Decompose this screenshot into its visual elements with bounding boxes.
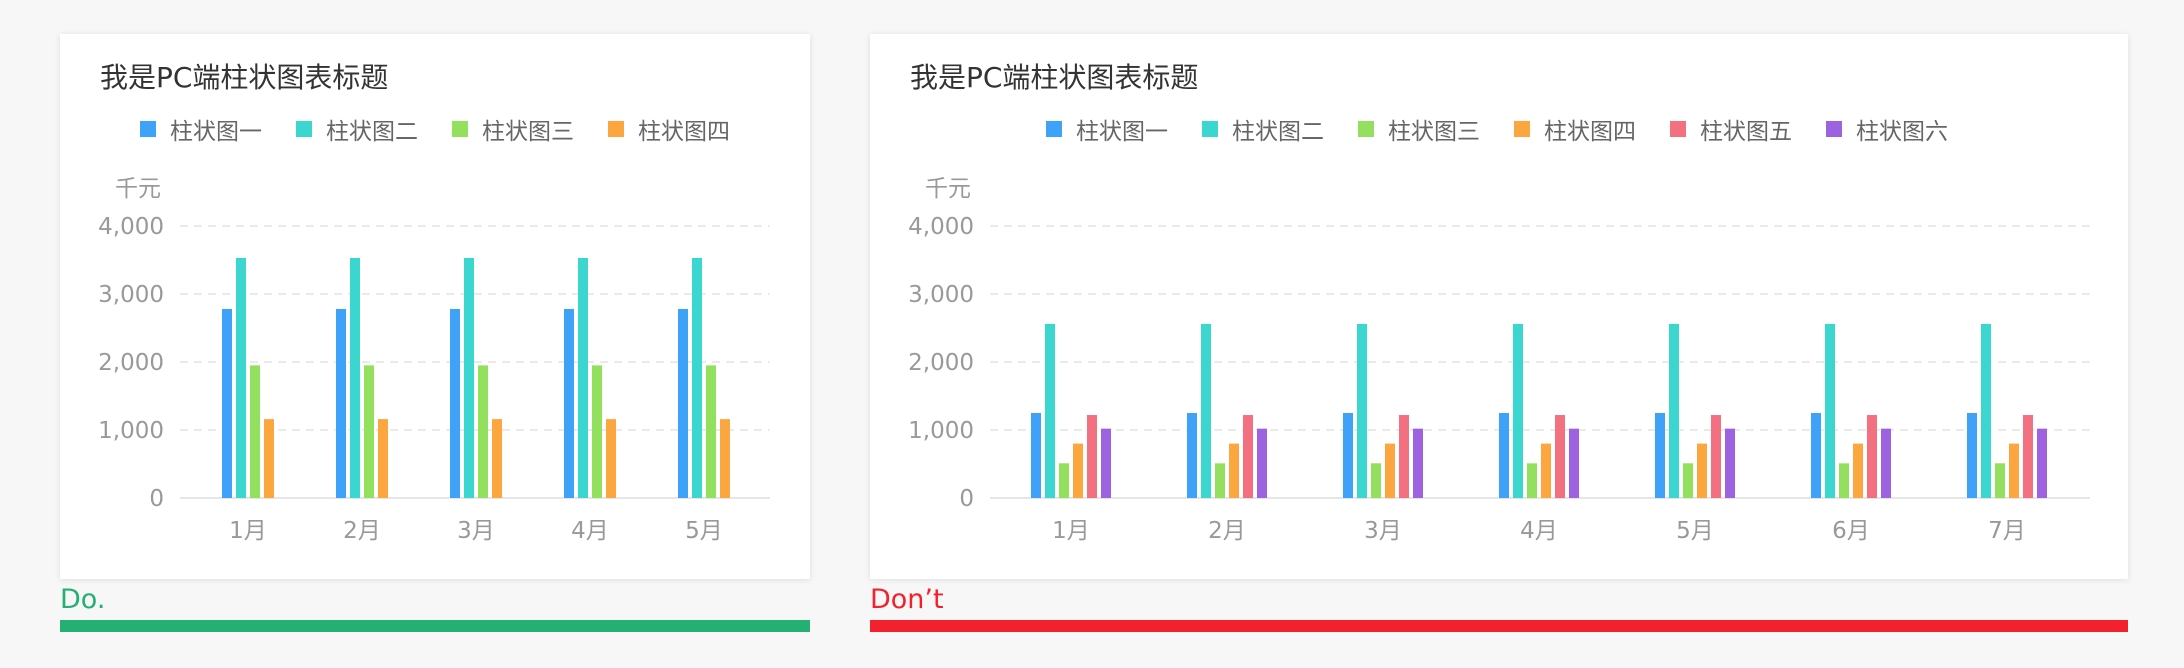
- bar: [250, 365, 260, 498]
- bar: [1669, 323, 1679, 498]
- bar: [1867, 415, 1877, 498]
- y-tick-label: 2,000: [98, 350, 164, 376]
- chart-card-do: 我是PC端柱状图表标题 柱状图一 柱状图二 柱状图三 柱状图四 千元 0 1,000 2,0…: [60, 34, 810, 579]
- bar: [1031, 413, 1041, 498]
- bar-chart-dont: 千元 0 1,000 2,000 3,000 4,000 1月 2月 3月 4月 5月 6月 7月: [908, 176, 2090, 544]
- bar: [2037, 428, 2047, 498]
- bar: [1725, 428, 1735, 498]
- y-tick-label: 4,000: [908, 214, 974, 240]
- chart-card-dont: 我是PC端柱状图表标题 柱状图一 柱状图二 柱状图三 柱状图四 柱状图五 柱状图六 千元 0…: [870, 34, 2128, 579]
- bar: [1697, 443, 1707, 498]
- x-tick-label: 1月: [229, 518, 267, 544]
- bar: [1215, 463, 1225, 498]
- bar: [1995, 463, 2005, 498]
- dont-indicator-bar: [870, 620, 2128, 632]
- bar: [1229, 443, 1239, 498]
- bar: [2009, 443, 2019, 498]
- bar: [1059, 463, 1069, 498]
- bar: [1683, 463, 1693, 498]
- bar: [1555, 415, 1565, 498]
- x-tick-label: 1月: [1052, 518, 1090, 544]
- bar: [1243, 415, 1253, 498]
- bar: [1981, 323, 1991, 498]
- do-indicator-bar: [60, 620, 810, 632]
- dont-label: Don’t: [870, 584, 944, 615]
- y-tick-label: 1,000: [908, 418, 974, 444]
- bar: [1839, 463, 1849, 498]
- bar: [1527, 463, 1537, 498]
- bar: [1499, 413, 1509, 498]
- bar: [450, 308, 460, 498]
- bar: [706, 365, 716, 498]
- bar: [264, 419, 274, 498]
- bar: [2023, 415, 2033, 498]
- bar: [578, 257, 588, 498]
- y-tick-label: 0: [959, 486, 974, 512]
- bar: [364, 365, 374, 498]
- bar: [1825, 323, 1835, 498]
- bar: [1343, 413, 1353, 498]
- bar: [1187, 413, 1197, 498]
- bar: [1087, 415, 1097, 498]
- bar: [692, 257, 702, 498]
- x-tick-label: 4月: [1520, 518, 1558, 544]
- y-tick-label: 3,000: [98, 282, 164, 308]
- y-tick-label: 1,000: [98, 418, 164, 444]
- bar: [1045, 323, 1055, 498]
- y-tick-label: 2,000: [908, 350, 974, 376]
- bar: [378, 419, 388, 498]
- bar: [1569, 428, 1579, 498]
- bar: [1399, 415, 1409, 498]
- y-tick-label: 3,000: [908, 282, 974, 308]
- x-tick-label: 3月: [457, 518, 495, 544]
- bar: [1101, 428, 1111, 498]
- bar: [1513, 323, 1523, 498]
- bar: [1811, 413, 1821, 498]
- bar: [1201, 323, 1211, 498]
- x-tick-label: 3月: [1364, 518, 1402, 544]
- bar: [592, 365, 602, 498]
- bar: [678, 308, 688, 498]
- x-tick-label: 2月: [1208, 518, 1246, 544]
- x-tick-label: 2月: [343, 518, 381, 544]
- bar: [564, 308, 574, 498]
- bar: [1881, 428, 1891, 498]
- bar: [1073, 443, 1083, 498]
- bar: [1541, 443, 1551, 498]
- bar: [1711, 415, 1721, 498]
- x-tick-label: 5月: [1676, 518, 1714, 544]
- bar: [1655, 413, 1665, 498]
- bar: [1385, 443, 1395, 498]
- bar: [492, 419, 502, 498]
- y-axis-label: 千元: [115, 176, 161, 202]
- bar: [1357, 323, 1367, 498]
- bar: [1853, 443, 1863, 498]
- bar: [606, 419, 616, 498]
- bar: [1371, 463, 1381, 498]
- bar: [222, 308, 232, 498]
- bar: [1257, 428, 1267, 498]
- bar: [1967, 413, 1977, 498]
- bar: [350, 257, 360, 498]
- y-axis-label: 千元: [925, 176, 971, 202]
- bar: [720, 419, 730, 498]
- bar: [464, 257, 474, 498]
- x-tick-label: 5月: [685, 518, 723, 544]
- do-label: Do.: [60, 584, 106, 615]
- bar: [336, 308, 346, 498]
- y-tick-label: 0: [149, 486, 164, 512]
- bar: [236, 257, 246, 498]
- y-tick-label: 4,000: [98, 214, 164, 240]
- bar: [1413, 428, 1423, 498]
- x-tick-label: 4月: [571, 518, 609, 544]
- bar: [478, 365, 488, 498]
- bar-chart-do: 千元 0 1,000 2,000 3,000 4,000 1月 2月 3月 4月 5月: [98, 176, 770, 544]
- x-tick-label: 7月: [1988, 518, 2026, 544]
- x-tick-label: 6月: [1832, 518, 1870, 544]
